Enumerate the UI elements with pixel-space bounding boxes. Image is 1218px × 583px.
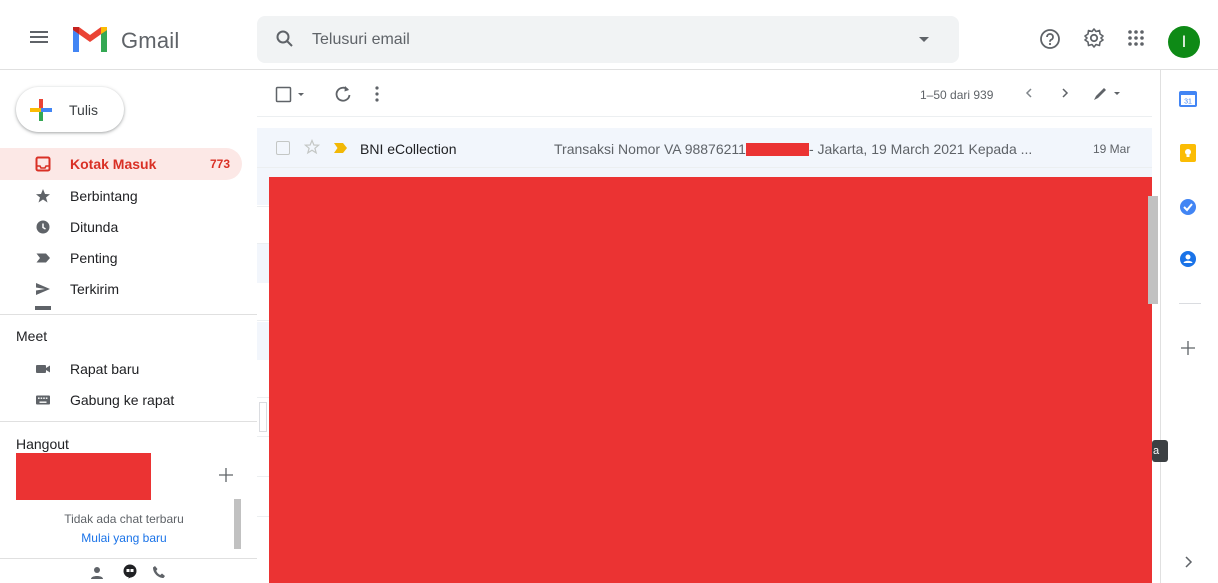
row-divider	[257, 116, 1152, 117]
no-recent-chat-text: Tidak ada chat terbaru	[64, 512, 184, 526]
important-marker-icon[interactable]	[333, 142, 349, 154]
svg-text:31: 31	[1184, 99, 1192, 106]
side-panel: 31	[1160, 70, 1218, 583]
account-avatar[interactable]: I	[1168, 26, 1200, 58]
sidebar-item-inbox[interactable]: Kotak Masuk 773	[0, 148, 242, 180]
compose-label: Tulis	[69, 102, 99, 118]
compose-button[interactable]: Tulis	[16, 87, 124, 132]
email-subject: Transaksi Nomor VA 98876211 - Jakarta, 19…	[554, 141, 1032, 157]
clock-icon	[36, 220, 50, 234]
sidebar-item-label: Terkirim	[70, 281, 119, 297]
keep-notes-icon[interactable]	[1178, 143, 1198, 163]
pane-resize-handle[interactable]	[259, 402, 267, 432]
redacted-email-area	[269, 177, 1152, 583]
email-list-scrollbar[interactable]	[1148, 196, 1158, 304]
start-new-chat-link[interactable]: Mulai yang baru	[18, 531, 230, 545]
meet-join-meeting[interactable]: Gabung ke rapat	[0, 384, 242, 416]
unread-count: 773	[209, 157, 230, 171]
section-divider	[0, 314, 257, 315]
help-icon[interactable]	[1039, 28, 1061, 50]
sidebar-item-label: Kotak Masuk	[70, 156, 157, 172]
email-row[interactable]: BNI eCollection Transaksi Nomor VA 98876…	[257, 128, 1152, 168]
star-outline-icon[interactable]	[304, 139, 320, 155]
top-bar: Gmail I	[0, 0, 1218, 70]
search-input[interactable]	[312, 16, 872, 63]
gmail-logo[interactable]	[70, 24, 110, 54]
gmail-m-icon	[73, 27, 107, 52]
meet-item-label: Rapat baru	[70, 361, 140, 377]
sidebar-item-important[interactable]: Penting	[0, 242, 242, 274]
app-name[interactable]: Gmail	[121, 28, 179, 54]
meet-item-label: Gabung ke rapat	[70, 392, 175, 408]
chevron-right-icon[interactable]	[1058, 86, 1072, 100]
checkbox-dropdown-icon	[275, 86, 304, 103]
more-items-peek	[35, 306, 51, 310]
sidebar-item-snoozed[interactable]: Ditunda	[0, 211, 242, 243]
row-checkbox[interactable]	[276, 141, 290, 155]
more-vert-icon[interactable]	[372, 84, 382, 104]
hangout-bottom-tabs	[0, 558, 257, 583]
email-date: 19 Mar	[1093, 142, 1131, 156]
calendar-icon[interactable]: 31	[1178, 89, 1198, 109]
star-icon	[36, 189, 50, 203]
select-all-checkbox[interactable]	[275, 85, 311, 105]
inbox-icon	[35, 156, 51, 172]
google-apps-grid-icon[interactable]	[1127, 29, 1145, 47]
expand-panel-chevron-right-icon[interactable]	[1178, 552, 1198, 572]
search-options-caret-icon[interactable]	[919, 34, 929, 44]
contacts-icon[interactable]	[1178, 249, 1198, 269]
compose-plus-icon	[30, 99, 52, 121]
pagination-range: 1–50 dari 939	[920, 88, 994, 102]
sidebar-item-label: Ditunda	[70, 219, 119, 235]
settings-gear-icon[interactable]	[1083, 27, 1105, 49]
main-menu-button[interactable]	[28, 26, 50, 48]
search-icon[interactable]	[275, 29, 295, 49]
phone-icon[interactable]	[152, 565, 166, 579]
sidebar-scrollbar[interactable]	[234, 499, 241, 549]
section-divider	[0, 421, 257, 422]
search-bar[interactable]	[257, 16, 959, 63]
sidebar-item-label: Penting	[70, 250, 118, 266]
send-icon	[36, 283, 50, 295]
hangout-section-title: Hangout	[16, 436, 69, 452]
important-icon	[36, 253, 50, 263]
redacted-block	[745, 143, 809, 156]
email-subject-suffix: - Jakarta, 19 March 2021 Kepada ...	[808, 141, 1033, 157]
sidebar-item-starred[interactable]: Berbintang	[0, 180, 242, 212]
get-addons-plus-icon[interactable]	[1178, 338, 1198, 358]
keyboard-icon	[36, 395, 50, 405]
hangout-user-redacted[interactable]	[16, 453, 151, 500]
meet-new-meeting[interactable]: Rapat baru	[0, 353, 242, 385]
hangouts-chat-icon[interactable]	[122, 564, 138, 580]
tasks-icon[interactable]	[1178, 197, 1198, 217]
side-panel-divider	[1179, 303, 1201, 304]
email-sender: BNI eCollection	[360, 141, 457, 157]
refresh-icon[interactable]	[333, 84, 353, 104]
video-camera-icon	[36, 365, 50, 373]
chevron-left-icon[interactable]	[1022, 86, 1036, 100]
meet-section-title: Meet	[16, 328, 48, 344]
hamburger-icon	[30, 31, 48, 43]
input-tools-pen-icon[interactable]	[1092, 86, 1128, 102]
sidebar-item-label: Berbintang	[70, 188, 138, 204]
person-icon[interactable]	[90, 566, 104, 580]
sidebar-item-sent[interactable]: Terkirim	[0, 273, 242, 305]
add-contact-plus-icon[interactable]	[218, 467, 234, 483]
email-subject-prefix: Transaksi Nomor VA 98876211	[554, 141, 746, 157]
tooltip: a	[1152, 440, 1168, 462]
